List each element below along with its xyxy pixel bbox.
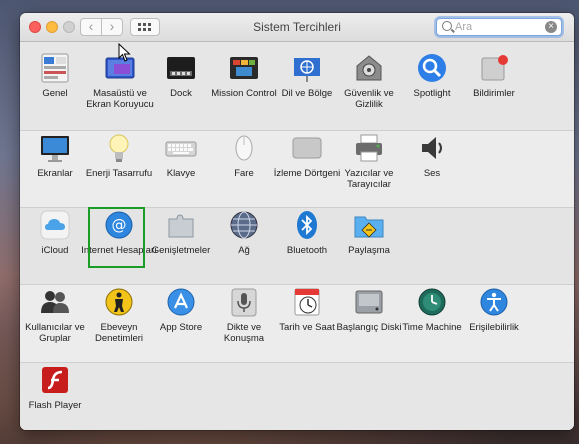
displays-icon: [39, 132, 71, 164]
parental-controls-icon: [103, 286, 135, 318]
extensions-icon: [165, 209, 197, 241]
bluetooth-icon: [291, 209, 323, 241]
icloud-icon: [39, 209, 71, 241]
pref-sound[interactable]: Ses: [394, 132, 470, 179]
mission-control-icon: [228, 52, 260, 84]
security-privacy-icon: [353, 52, 385, 84]
search-icon: [442, 21, 452, 31]
pref-flash-player[interactable]: Flash Player: [20, 364, 93, 411]
search-field[interactable]: ×: [436, 18, 562, 36]
flash-player-icon: [39, 364, 71, 396]
sound-icon: [416, 132, 448, 164]
section-other: [20, 363, 574, 430]
pref-notifications[interactable]: Bildirimler: [456, 52, 532, 99]
date-time-icon: [291, 286, 323, 318]
dictation-speech-icon: [228, 286, 260, 318]
network-icon: [228, 209, 260, 241]
printers-scanners-icon: [353, 132, 385, 164]
trackpad-icon: [291, 132, 323, 164]
general-icon: [39, 52, 71, 84]
accessibility-icon: [478, 286, 510, 318]
pref-accessibility[interactable]: Erişilebilirlik: [456, 286, 532, 333]
startup-disk-icon: [353, 286, 385, 318]
titlebar: ‹ › Sistem Tercihleri ×: [20, 13, 574, 42]
mouse-icon: [228, 132, 260, 164]
energy-saver-icon: [103, 132, 135, 164]
mouse-cursor-icon: [118, 43, 131, 62]
keyboard-icon: [165, 132, 197, 164]
notifications-icon: [478, 52, 510, 84]
search-input[interactable]: [455, 20, 541, 34]
clear-search-icon[interactable]: ×: [545, 21, 557, 33]
dock-icon: [165, 52, 197, 84]
selection-outline: [88, 207, 145, 268]
language-region-icon: [291, 52, 323, 84]
time-machine-icon: [416, 286, 448, 318]
users-groups-icon: [39, 286, 71, 318]
spotlight-icon: [416, 52, 448, 84]
sharing-icon: [353, 209, 385, 241]
pref-sharing[interactable]: Paylaşma: [331, 209, 407, 256]
system-preferences-window: ‹ › Sistem Tercihleri × Genel Masaüstü v…: [20, 13, 574, 430]
app-store-icon: [165, 286, 197, 318]
